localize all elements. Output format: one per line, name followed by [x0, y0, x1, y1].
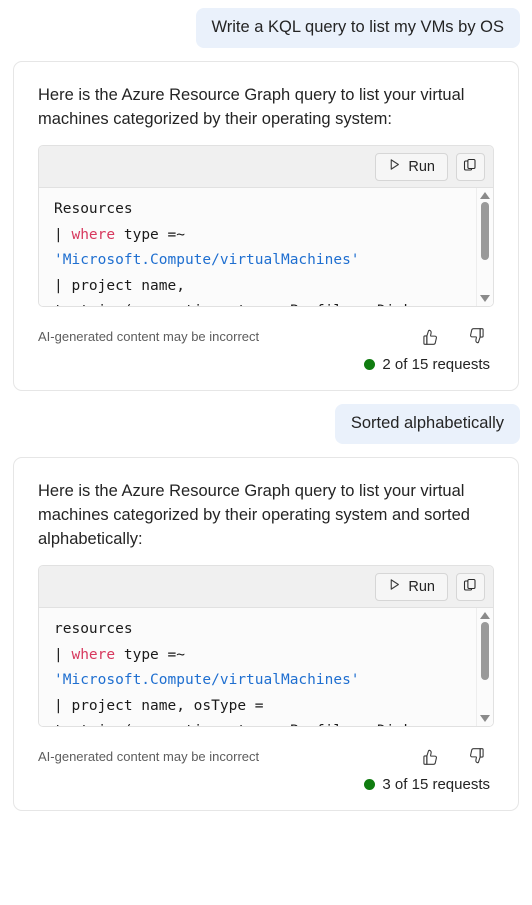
code-scrollbar[interactable] — [476, 608, 493, 726]
scrollbar-track[interactable] — [477, 619, 493, 715]
copy-code-button[interactable] — [456, 572, 485, 601]
ai-disclaimer-text: AI-generated content may be incorrect — [38, 328, 260, 344]
thumbs-down-icon[interactable] — [464, 744, 488, 768]
play-icon — [388, 158, 401, 175]
quota-text: 2 of 15 requests — [382, 356, 490, 373]
assistant-answer-text: Here is the Azure Resource Graph query t… — [38, 86, 465, 128]
quota-status-dot-icon — [364, 359, 376, 370]
quota-row: 2 of 15 requests — [38, 356, 494, 373]
assistant-card-body: Here is the Azure Resource Graph query t… — [14, 458, 518, 727]
copy-icon — [463, 158, 478, 176]
feedback-controls — [418, 324, 494, 348]
play-icon — [388, 578, 401, 595]
scrollbar-track[interactable] — [477, 199, 493, 295]
code-block-toolbar: Run — [39, 146, 493, 188]
scrollbar-thumb[interactable] — [481, 622, 489, 680]
assistant-response-card: Here is the Azure Resource Graph query t… — [13, 457, 519, 811]
assistant-card-footer: AI-generated content may be incorrect — [14, 315, 518, 390]
feedback-controls — [418, 744, 494, 768]
chat-conversation: Write a KQL query to list my VMs by OS H… — [0, 0, 532, 811]
run-button-label: Run — [408, 578, 435, 595]
footer-row: AI-generated content may be incorrect — [38, 324, 494, 348]
user-message-row: Write a KQL query to list my VMs by OS — [0, 0, 532, 48]
code-content: Resources | where type =~ 'Microsoft.Com… — [54, 201, 412, 306]
assistant-answer-text: Here is the Azure Resource Graph query t… — [38, 482, 470, 548]
scrollbar-thumb[interactable] — [481, 202, 489, 260]
quota-text: 3 of 15 requests — [382, 776, 490, 793]
assistant-card-body: Here is the Azure Resource Graph query t… — [14, 62, 518, 307]
code-block: Run Resources | where type =~ 'Microsoft… — [38, 145, 494, 307]
code-scroll-area[interactable]: Resources | where type =~ 'Microsoft.Com… — [39, 188, 493, 306]
code-scrollbar[interactable] — [476, 188, 493, 306]
thumbs-up-icon[interactable] — [418, 744, 442, 768]
scroll-down-arrow-icon[interactable] — [480, 295, 490, 302]
assistant-card-footer: AI-generated content may be incorrect — [14, 735, 518, 810]
code-block: Run resources | where type =~ 'Microsoft… — [38, 565, 494, 727]
assistant-response-card: Here is the Azure Resource Graph query t… — [13, 61, 519, 391]
copy-icon — [463, 578, 478, 596]
thumbs-up-icon[interactable] — [418, 324, 442, 348]
scroll-up-arrow-icon[interactable] — [480, 612, 490, 619]
run-button-label: Run — [408, 158, 435, 175]
quota-status-dot-icon — [364, 779, 376, 790]
run-query-button[interactable]: Run — [375, 572, 448, 601]
thumbs-down-icon[interactable] — [464, 324, 488, 348]
footer-row: AI-generated content may be incorrect — [38, 744, 494, 768]
ai-disclaimer-text: AI-generated content may be incorrect — [38, 748, 260, 764]
code-scroll-area[interactable]: resources | where type =~ 'Microsoft.Com… — [39, 608, 493, 726]
user-message-row: Sorted alphabetically — [0, 391, 532, 444]
quota-row: 3 of 15 requests — [38, 776, 494, 793]
code-block-toolbar: Run — [39, 566, 493, 608]
scroll-up-arrow-icon[interactable] — [480, 192, 490, 199]
user-message-bubble: Write a KQL query to list my VMs by OS — [195, 8, 520, 48]
code-content: resources | where type =~ 'Microsoft.Com… — [54, 621, 412, 726]
user-message-bubble: Sorted alphabetically — [334, 404, 520, 444]
run-query-button[interactable]: Run — [375, 152, 448, 181]
scroll-down-arrow-icon[interactable] — [480, 715, 490, 722]
copy-code-button[interactable] — [456, 152, 485, 181]
